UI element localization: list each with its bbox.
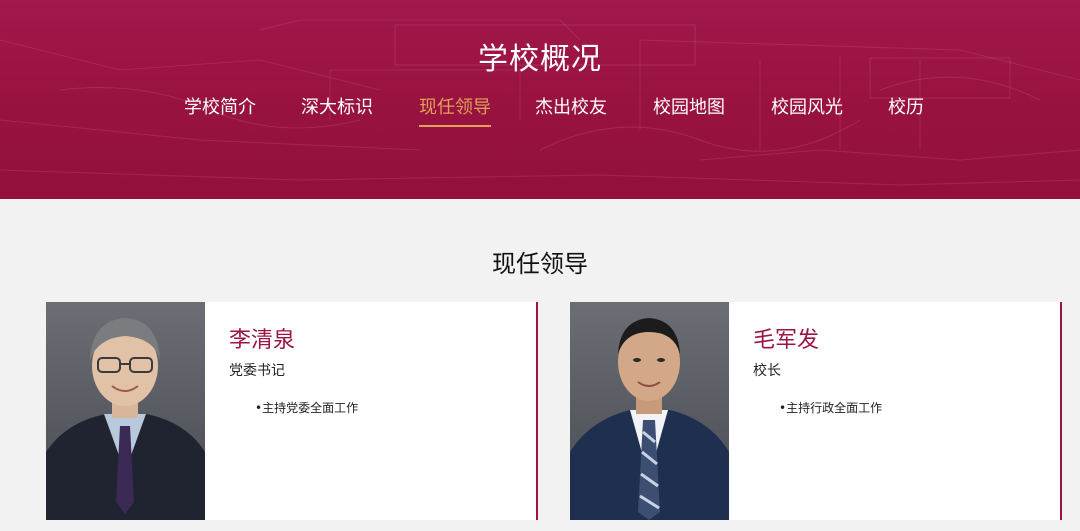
portrait-image (46, 318, 205, 520)
leader-duty: •主持党委全面工作 (255, 401, 359, 415)
nav-item-campus-scenery[interactable]: 校园风光 (771, 96, 843, 128)
nav-item-campus-map[interactable]: 校园地图 (653, 96, 725, 128)
leader-photo (570, 302, 729, 520)
portrait-image (570, 318, 729, 520)
leader-name: 毛军发 (753, 328, 820, 353)
nav-item-current-leaders[interactable]: 现任领导 (419, 96, 491, 128)
nav-item-current-leaders-label: 现任领导 (419, 97, 491, 118)
page-title: 学校概况 (478, 42, 602, 77)
leader-role: 校长 (753, 363, 781, 379)
leader-card[interactable]: 毛军发 校长 •主持行政全面工作 (570, 302, 1062, 520)
page-banner: 学校概况 学校简介 深大标识 现任领导 杰出校友 校园地图 校园风光 校历 (0, 0, 1080, 199)
nav-item-szu-identity[interactable]: 深大标识 (301, 96, 373, 128)
section-title: 现任领导 (492, 250, 588, 278)
leader-name: 李清泉 (229, 328, 296, 353)
leader-card[interactable]: 李清泉 党委书记 •主持党委全面工作 (46, 302, 538, 520)
nav-item-school-intro[interactable]: 学校简介 (184, 96, 256, 128)
nav-item-calendar[interactable]: 校历 (888, 96, 924, 128)
active-tab-underline (419, 125, 491, 127)
nav-item-alumni[interactable]: 杰出校友 (535, 96, 607, 128)
leader-photo (46, 302, 205, 520)
leader-duty: •主持行政全面工作 (779, 401, 883, 415)
leader-role: 党委书记 (229, 363, 285, 379)
